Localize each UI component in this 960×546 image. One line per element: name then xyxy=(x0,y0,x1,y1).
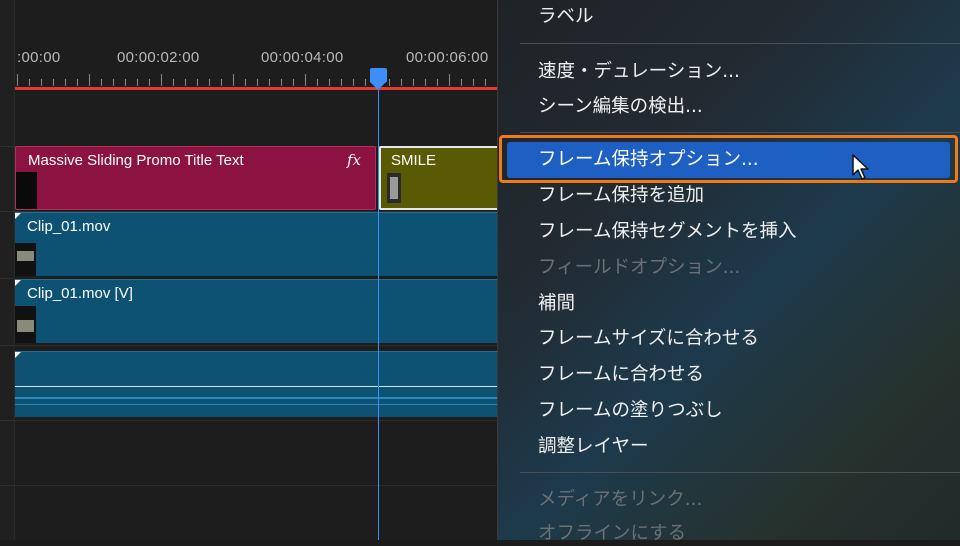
ruler-tick xyxy=(413,79,414,86)
menu-item-scene-detect[interactable]: シーン編集の検出... xyxy=(538,95,703,119)
menu-item-insert-frame-hold-segment[interactable]: フレーム保持セグメントを挿入 xyxy=(538,220,796,244)
ruler-tick xyxy=(233,74,234,86)
clip-thumbnail xyxy=(15,243,36,276)
ruler-tick xyxy=(437,79,438,86)
ruler-tick xyxy=(329,79,330,86)
ruler-tick xyxy=(353,79,354,86)
ruler-tick xyxy=(77,79,78,86)
playhead-icon[interactable] xyxy=(370,68,387,82)
playhead-tip xyxy=(370,82,386,90)
ruler-tick xyxy=(425,79,426,86)
ruler-tick xyxy=(305,74,306,86)
gutter-divider xyxy=(0,146,14,147)
clip-title: SMILE xyxy=(391,152,437,169)
ruler-tick xyxy=(185,79,186,86)
ruler-tick xyxy=(449,74,450,86)
ruler-tick xyxy=(485,79,486,86)
menu-separator xyxy=(520,132,960,133)
menu-item-add-frame-hold[interactable]: フレーム保持を追加 xyxy=(538,184,704,208)
ruler-tick xyxy=(149,79,150,86)
track-divider xyxy=(15,420,500,421)
ruler-timecode: 00:00:06:00 xyxy=(406,49,489,66)
ruler-tick xyxy=(257,79,258,86)
ruler-tick xyxy=(365,79,366,86)
menu-item-field-options: フィールドオプション... xyxy=(538,257,741,278)
menu-item-frame-hold-options[interactable]: フレーム保持オプション... xyxy=(538,148,759,172)
track-header-gutter xyxy=(0,0,15,540)
ruler-tick xyxy=(281,79,282,86)
ruler-tick xyxy=(161,74,162,86)
ruler-tick xyxy=(125,79,126,86)
ruler-tick xyxy=(269,79,270,86)
clip-corner-marker xyxy=(15,280,21,286)
track-divider xyxy=(15,345,500,346)
ruler-tick xyxy=(245,79,246,86)
clip-thumbnail xyxy=(15,306,36,343)
timeline-panel[interactable]: :00:00 00:00:02:00 00:00:04:00 00:00:06:… xyxy=(0,0,500,540)
gutter-divider xyxy=(0,278,14,279)
gutter-divider xyxy=(0,211,14,212)
clip-title: Clip_01.mov xyxy=(27,218,111,235)
audio-waveform-line xyxy=(15,386,500,387)
ruler-timecode: :00:00 xyxy=(17,49,61,66)
graphic-clip[interactable]: Massive Sliding Promo Title Text fx xyxy=(15,146,376,210)
ruler-tick xyxy=(53,79,54,86)
ruler-timecode: 00:00:02:00 xyxy=(117,49,200,66)
gutter-divider xyxy=(0,345,14,346)
clip-title: Clip_01.mov [V] xyxy=(27,285,133,302)
ruler-tick xyxy=(461,79,462,86)
video-clip[interactable]: Clip_01.mov [V] xyxy=(15,279,500,343)
ruler-tick xyxy=(113,79,114,86)
ruler-tick xyxy=(209,79,210,86)
ruler-tick xyxy=(389,79,390,86)
ruler-tick xyxy=(473,79,474,86)
menu-item-link-media: メディアをリンク... xyxy=(538,489,703,510)
smile-clip[interactable]: SMILE xyxy=(379,146,500,210)
menu-separator xyxy=(520,43,960,44)
video-clip[interactable]: Clip_01.mov xyxy=(15,212,500,276)
ruler-tick xyxy=(293,79,294,86)
track-divider xyxy=(15,485,500,486)
ruler-tick xyxy=(341,79,342,86)
menu-item-scale-to-frame[interactable]: フレームに合わせる xyxy=(538,363,704,387)
menu-item-set-to-frame-size[interactable]: フレームサイズに合わせる xyxy=(538,327,759,351)
ruler-tick xyxy=(401,79,402,86)
menu-separator xyxy=(520,472,960,473)
gutter-divider xyxy=(0,420,14,421)
ruler-tick xyxy=(41,79,42,86)
menu-item-make-offline: オフラインにする xyxy=(538,523,687,544)
context-menu: ラベル 速度・デュレーション... シーン編集の検出... フレーム保持オプショ… xyxy=(497,0,960,544)
clip-corner-marker xyxy=(15,352,21,358)
audio-clip[interactable] xyxy=(15,351,500,417)
clip-thumbnail xyxy=(387,173,401,203)
ruler-tick xyxy=(17,74,18,86)
audio-waveform-line xyxy=(15,404,500,405)
ruler-timecode: 00:00:04:00 xyxy=(261,49,344,66)
clip-thumbnail xyxy=(16,172,37,209)
clip-corner-marker xyxy=(15,213,21,219)
playhead-line[interactable] xyxy=(378,90,379,540)
ruler-tick xyxy=(197,79,198,86)
ruler-tick xyxy=(101,79,102,86)
menu-item-interpolation[interactable]: 補間 xyxy=(538,292,575,316)
menu-item-speed-duration[interactable]: 速度・デュレーション... xyxy=(538,60,740,84)
ruler-tick xyxy=(137,79,138,86)
menu-item-label[interactable]: ラベル xyxy=(538,5,594,29)
menu-item-adjustment-layer[interactable]: 調整レイヤー xyxy=(538,435,648,459)
ruler-tick xyxy=(317,79,318,86)
ruler-tick xyxy=(65,79,66,86)
ruler-tick xyxy=(89,74,90,86)
menu-item-fill-frame[interactable]: フレームの塗りつぶし xyxy=(538,399,723,423)
time-ruler[interactable]: :00:00 00:00:02:00 00:00:04:00 00:00:06:… xyxy=(15,0,500,90)
fx-badge-icon: fx xyxy=(346,151,361,169)
ruler-tick xyxy=(173,79,174,86)
clip-title: Massive Sliding Promo Title Text xyxy=(28,152,244,169)
ruler-tick xyxy=(221,79,222,86)
work-area-bar[interactable] xyxy=(15,87,500,90)
audio-waveform-line xyxy=(15,397,500,399)
gutter-divider xyxy=(0,485,14,486)
ruler-tick xyxy=(29,79,30,86)
mouse-pointer-icon xyxy=(852,154,869,180)
